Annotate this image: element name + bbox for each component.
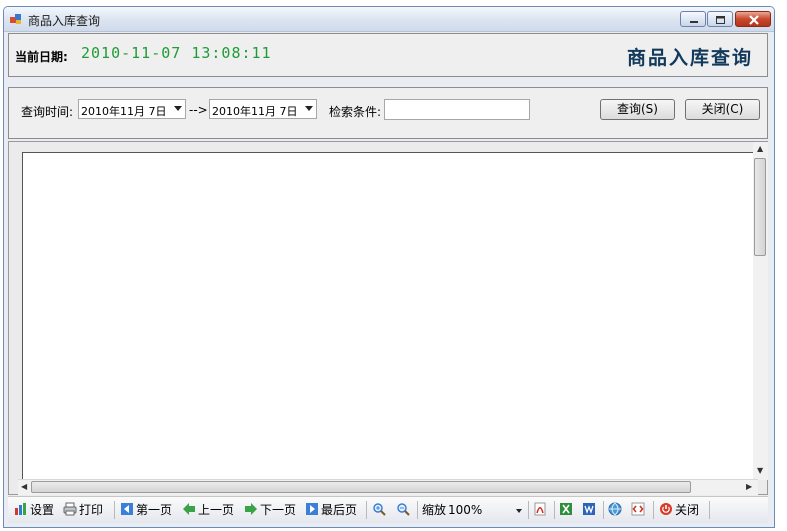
toolbar-separator: [709, 501, 710, 519]
minimize-icon: [690, 21, 698, 23]
current-date-label: 当前日期:: [15, 50, 68, 64]
report-page: [22, 152, 757, 490]
minimize-button[interactable]: [680, 11, 706, 27]
settings-label: 设置: [30, 503, 55, 517]
maximize-icon: [716, 16, 725, 24]
left-arrow-icon: [183, 503, 195, 515]
toolbar-separator: [528, 501, 529, 519]
globe-icon: [608, 502, 622, 516]
query-time-label: 查询时间:: [21, 105, 74, 119]
filter-panel: 查询时间: 2010年11月 7日 --> 2010年11月 7日 检索条件: …: [8, 87, 768, 139]
horizontal-scrollbar[interactable]: ◀ ▶: [18, 479, 758, 495]
vertical-scroll-thumb[interactable]: [754, 158, 766, 256]
zoom-in-button[interactable]: [372, 502, 388, 518]
maximize-button[interactable]: [707, 11, 733, 27]
settings-button[interactable]: 设置: [14, 502, 54, 518]
app-icon: [10, 14, 21, 24]
first-page-label: 第一页: [136, 503, 173, 517]
close-icon: [749, 15, 759, 25]
toolbar-close-button[interactable]: 关闭: [659, 502, 699, 518]
title-bar[interactable]: 商品入库查询: [4, 7, 774, 32]
start-date-value: 2010年11月 7日: [81, 105, 167, 118]
toolbar-separator: [366, 501, 367, 519]
date-range-arrow: -->: [189, 103, 208, 117]
last-page-button[interactable]: 最后页: [305, 502, 357, 518]
html-icon: [631, 502, 645, 516]
page-title: 商品入库查询: [626, 47, 753, 69]
zoom-value: 100%: [448, 503, 483, 517]
toolbar-separator: [603, 501, 604, 519]
first-page-button[interactable]: 第一页: [120, 502, 172, 518]
printer-icon: [63, 502, 77, 516]
window-title: 商品入库查询: [28, 14, 101, 28]
zoom-select[interactable]: 100%: [448, 502, 524, 520]
close-window-button[interactable]: [735, 11, 771, 27]
header-panel: 当前日期: 2010-11-07 13:08:11 商品入库查询: [8, 33, 768, 77]
prev-page-button[interactable]: 上一页: [182, 502, 234, 518]
scroll-down-icon[interactable]: ▼: [757, 466, 763, 475]
end-date-picker[interactable]: 2010年11月 7日: [209, 99, 317, 119]
condition-input[interactable]: [384, 99, 530, 120]
report-viewer: [8, 141, 768, 495]
close-button[interactable]: 关闭(C): [685, 99, 760, 120]
export-word-button[interactable]: [582, 502, 598, 518]
query-button[interactable]: 查询(S): [600, 99, 675, 120]
next-page-button[interactable]: 下一页: [244, 502, 296, 518]
zoom-label: 缩放: [422, 503, 447, 517]
next-page-label: 下一页: [260, 503, 297, 517]
chevron-down-icon: [516, 509, 522, 513]
horizontal-scroll-thumb[interactable]: [31, 481, 691, 493]
export-pdf-button[interactable]: [533, 502, 549, 518]
start-date-picker[interactable]: 2010年11月 7日: [78, 99, 186, 119]
pdf-icon: [534, 502, 546, 516]
toolbar-separator: [554, 501, 555, 519]
print-label: 打印: [79, 503, 104, 517]
power-icon: [660, 503, 672, 515]
print-button[interactable]: 打印: [63, 502, 103, 518]
end-date-value: 2010年11月 7日: [212, 105, 298, 118]
right-arrow-icon: [245, 503, 257, 515]
prev-page-label: 上一页: [198, 503, 235, 517]
excel-icon: [560, 503, 572, 515]
report-toolbar: 设置 打印 第一页 上一页 下一页 最后页 缩放 100% 关闭: [8, 496, 768, 523]
condition-label: 检索条件:: [329, 105, 382, 119]
first-page-icon: [121, 503, 133, 515]
vertical-scrollbar[interactable]: ▲ ▼: [753, 142, 768, 480]
scroll-up-icon[interactable]: ▲: [757, 144, 763, 153]
export-excel-button[interactable]: [559, 502, 575, 518]
toolbar-separator: [653, 501, 654, 519]
zoom-out-icon: [397, 503, 410, 516]
last-page-icon: [306, 503, 318, 515]
export-html-button[interactable]: [631, 502, 647, 518]
toolbar-separator: [114, 501, 115, 519]
scroll-right-icon[interactable]: ▶: [746, 482, 752, 491]
chevron-down-icon: [305, 106, 313, 111]
export-web-button[interactable]: [608, 502, 624, 518]
scroll-left-icon[interactable]: ◀: [21, 482, 27, 491]
current-date-value: 2010-11-07 13:08:11: [81, 44, 272, 62]
word-icon: [583, 503, 595, 515]
last-page-label: 最后页: [321, 503, 358, 517]
toolbar-close-label: 关闭: [675, 503, 700, 517]
main-window: 商品入库查询 当前日期: 2010-11-07 13:08:11 商品入库查询 …: [3, 6, 775, 528]
zoom-in-icon: [373, 503, 386, 516]
toolbar-separator: [417, 501, 418, 519]
zoom-out-button[interactable]: [396, 502, 412, 518]
settings-icon: [15, 503, 26, 515]
chevron-down-icon: [174, 106, 182, 111]
